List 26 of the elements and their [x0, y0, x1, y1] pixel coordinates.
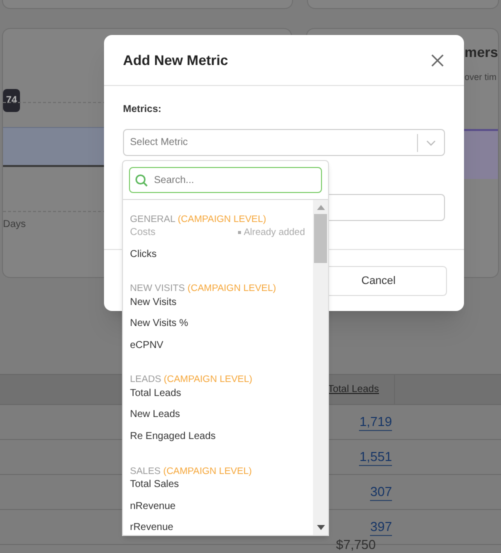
table-cell: $7,750 — [336, 538, 376, 552]
menu-option[interactable]: eCPNV — [130, 334, 305, 356]
card-subtitle: over tim — [464, 71, 497, 84]
chevron-down-icon — [426, 140, 436, 146]
select-field[interactable]: Select Metric — [123, 129, 445, 156]
scroll-down-icon[interactable] — [316, 525, 324, 530]
scrollbar[interactable] — [313, 200, 328, 535]
card-title: mers — [464, 43, 498, 62]
group-header: GENERAL (CAMPAIGN LEVEL) — [130, 214, 266, 225]
search-icon — [135, 174, 148, 186]
close-icon — [430, 54, 444, 66]
menu-option[interactable]: New Visits % — [130, 313, 305, 335]
menu-option[interactable]: Clicks — [130, 244, 305, 266]
scroll-thumb[interactable] — [314, 214, 327, 263]
axis-label: Days — [3, 218, 26, 232]
dialog-title: Add New Metric — [123, 50, 228, 70]
bullet-icon — [238, 231, 241, 234]
search-field[interactable]: Search... — [129, 167, 322, 193]
close-button[interactable] — [429, 52, 445, 68]
menu-option[interactable]: New Leads — [130, 404, 305, 426]
scroll-up-icon[interactable] — [316, 205, 324, 210]
group-header: SALES (CAMPAIGN LEVEL) — [130, 466, 252, 476]
menu-option[interactable]: Re Engaged Leads — [130, 426, 305, 448]
field-label: Metrics: — [123, 103, 162, 117]
menu-option[interactable]: rRevenue — [130, 516, 305, 535]
menu-option[interactable]: nRevenue — [130, 495, 305, 517]
